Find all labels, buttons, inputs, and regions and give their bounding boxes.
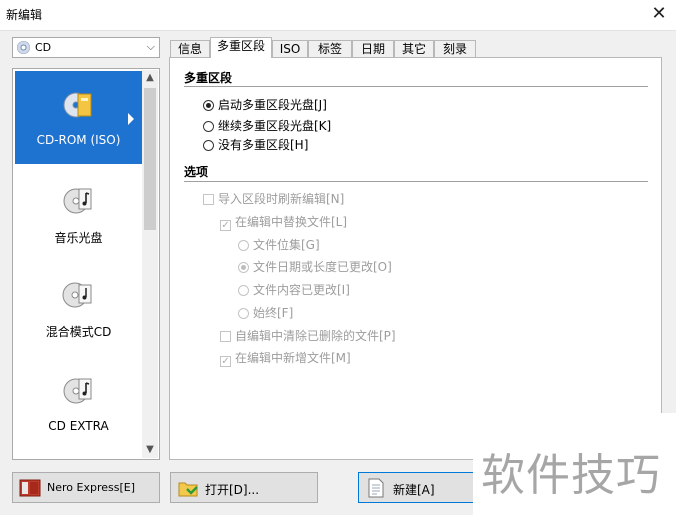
checkbox-label: 自编辑中清除已删除的文件[P] [235, 329, 396, 343]
list-item-cd-extra[interactable]: CD EXTRA [15, 359, 142, 449]
radio-label: 文件位集[G] [253, 238, 320, 252]
nero-express-icon [19, 479, 41, 497]
watermark-overlay: 软件技巧 [473, 413, 676, 515]
radio-label: 继续多重区段光盘[K] [218, 119, 332, 133]
scroll-down-icon[interactable]: ▼ [142, 442, 158, 458]
list-item-music-disc[interactable]: 音乐光盘 [15, 169, 142, 259]
list-item-cd-rom-iso[interactable]: CD-ROM (ISO) [15, 71, 142, 164]
disc-type-value: CD [35, 41, 52, 54]
radio-indicator[interactable] [238, 240, 249, 251]
radio-label: 没有多重区段[H] [218, 138, 309, 152]
section-divider [184, 181, 648, 182]
checkbox-refresh-on-import[interactable]: 导入区段时刷新编辑[N] [203, 190, 344, 207]
button-label: 打开[D]... [205, 483, 260, 497]
checkbox-remove-deleted[interactable]: 自编辑中清除已删除的文件[P] [220, 327, 396, 344]
checkbox-indicator[interactable] [203, 194, 214, 205]
radio-date-or-length-changed[interactable]: 文件日期或长度已更改[O] [238, 258, 392, 275]
radio-indicator[interactable] [203, 100, 214, 111]
button-label: 新建[A] [393, 483, 435, 497]
compilation-type-list[interactable]: CD-ROM (ISO) 音乐光盘 混合模式CD CD EXTRA ▲ ▼ [12, 68, 160, 460]
mixed-mode-cd-icon [62, 282, 92, 308]
radio-file-bitset[interactable]: 文件位集[G] [238, 236, 320, 253]
open-button[interactable]: 打开[D]... [170, 472, 318, 503]
radio-start-multisession[interactable]: 启动多重区段光盘[J] [203, 96, 327, 113]
radio-indicator[interactable] [238, 308, 249, 319]
radio-indicator[interactable] [203, 121, 214, 132]
radio-label: 启动多重区段光盘[J] [218, 98, 327, 112]
scroll-up-icon[interactable]: ▲ [142, 70, 158, 86]
radio-always[interactable]: 始终[F] [238, 304, 293, 321]
section-heading-options: 选项 [184, 165, 209, 179]
radio-label: 文件内容已更改[I] [253, 283, 350, 297]
radio-indicator[interactable] [203, 140, 214, 151]
list-item-label: 混合模式CD [45, 325, 112, 339]
tab-label[interactable]: 标签 [308, 40, 352, 58]
list-item-label: 音乐光盘 [54, 231, 103, 245]
watermark-text: 软件技巧 [481, 450, 661, 501]
nero-express-button[interactable]: Nero Express[E] [12, 472, 160, 503]
disc-type-select[interactable]: CD ⌵ [12, 37, 160, 58]
radio-indicator[interactable] [238, 285, 249, 296]
checkbox-add-new-files[interactable]: ✓ 在编辑中新增文件[M] [220, 349, 351, 367]
radio-label: 文件日期或长度已更改[O] [253, 260, 392, 274]
tab-date[interactable]: 日期 [352, 40, 394, 58]
close-icon[interactable]: ✕ [648, 2, 670, 26]
window-title: 新编辑 [6, 8, 43, 22]
radio-no-multisession[interactable]: 没有多重区段[H] [203, 136, 308, 153]
tab-info[interactable]: 信息 [170, 40, 210, 58]
list-item-label: CD EXTRA [48, 419, 109, 433]
checkbox-replace-files[interactable]: ✓ 在编辑中替换文件[L] [220, 213, 347, 231]
checkbox-label: 在编辑中新增文件[M] [235, 351, 351, 365]
music-disc-icon [63, 188, 92, 214]
list-scrollbar[interactable]: ▲ ▼ [142, 70, 158, 458]
checkbox-indicator[interactable] [220, 331, 231, 342]
checkbox-indicator[interactable]: ✓ [220, 356, 231, 367]
button-label: Nero Express[E] [47, 481, 135, 494]
cd-extra-icon [63, 378, 92, 404]
section-heading-multisession: 多重区段 [184, 71, 233, 85]
new-document-icon [368, 478, 384, 498]
cd-disc-icon [17, 41, 30, 54]
tab-misc[interactable]: 其它 [394, 40, 434, 58]
checkbox-indicator[interactable]: ✓ [220, 220, 231, 231]
tab-burn[interactable]: 刻录 [434, 40, 476, 58]
list-item-mixed-mode-cd[interactable]: 混合模式CD [15, 263, 142, 353]
tab-iso[interactable]: ISO [272, 40, 308, 58]
tab-multisession[interactable]: 多重区段 [210, 37, 272, 58]
radio-indicator[interactable] [238, 262, 249, 273]
section-divider [184, 86, 648, 87]
title-bar: 新编辑 ✕ [0, 0, 676, 31]
chevron-down-icon: ⌵ [146, 40, 155, 53]
radio-content-changed[interactable]: 文件内容已更改[I] [238, 281, 350, 298]
list-item-label: CD-ROM (ISO) [36, 133, 121, 147]
radio-continue-multisession[interactable]: 继续多重区段光盘[K] [203, 117, 331, 134]
chevron-right-icon [128, 113, 134, 125]
checkbox-label: 导入区段时刷新编辑[N] [218, 192, 345, 206]
checkbox-label: 在编辑中替换文件[L] [235, 215, 348, 229]
open-folder-icon [178, 482, 198, 497]
multisession-panel: 多重区段 启动多重区段光盘[J] 继续多重区段光盘[K] 没有多重区段[H] 选… [169, 57, 662, 460]
scroll-thumb[interactable] [144, 88, 156, 230]
cd-rom-iso-icon [63, 92, 92, 118]
radio-label: 始终[F] [253, 306, 294, 320]
